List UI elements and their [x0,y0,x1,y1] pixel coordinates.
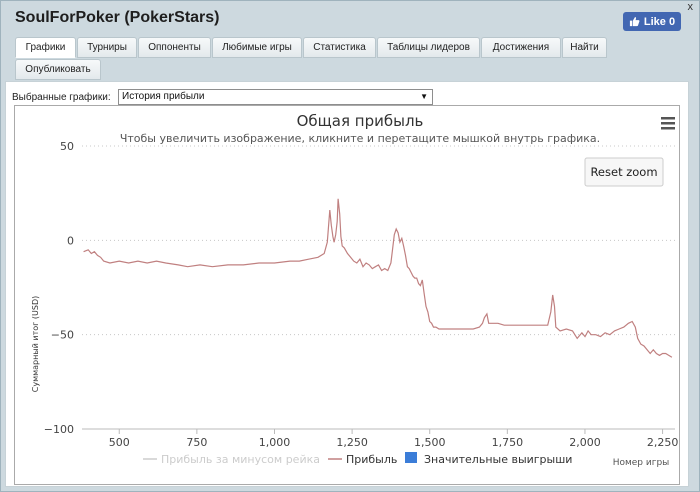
tab-tournaments[interactable]: Турниры [77,37,137,58]
profit-series-line [83,198,673,358]
reset-zoom-button[interactable]: Reset zoom [584,157,664,187]
profit-chart[interactable]: 500−50−100 500 750 1,000 1,250 1,500 1,750 2,0… [15,106,679,484]
close-button[interactable]: x [688,1,694,13]
y-tick-label: −100 [44,423,74,436]
selected-charts-label: Выбранные графики: [12,92,111,103]
chart-container[interactable]: 50 0 −50 −100 500 750 1,000 1,250 1,500 1,750 2,0… [14,105,680,485]
tab-opponents[interactable]: Оппоненты [138,37,211,58]
dropdown-arrow-icon: ▼ [420,92,428,101]
x-tick-label: 1,500 [414,436,446,449]
y-tick-label: −50 [51,329,74,342]
profile-dialog: SoulForPoker (PokerStars) x Like 0 Графи… [0,0,700,492]
tab-search[interactable]: Найти [562,37,607,58]
chart-subtitle: Чтобы увеличить изображение, кликните и … [120,132,600,145]
like-label: Like 0 [643,15,676,28]
legend-item-profit[interactable]: Прибыль [346,453,397,466]
legend-item-net-profit[interactable]: Прибыль за минусом рейка [161,453,320,466]
x-axis-label: Номер игры [613,458,670,468]
x-tick-label: 750 [186,436,207,449]
x-tick-label: 500 [109,436,130,449]
x-tick-label: 2,250 [647,436,679,449]
thumbs-up-icon [629,17,640,27]
tab-achievements[interactable]: Достижения [481,37,561,58]
legend-symbol-big-wins [405,452,417,463]
x-tick-label: 1,250 [336,436,368,449]
chart-select-value: История прибыли [122,91,205,102]
x-tick-label: 1,000 [259,436,291,449]
window-title: SoulForPoker (PokerStars) [15,9,220,26]
legend-item-big-wins[interactable]: Значительные выигрыши [424,453,572,466]
x-tick-label: 1,750 [492,436,524,449]
hamburger-menu-icon[interactable] [661,117,675,130]
title-bar: SoulForPoker (PokerStars) x Like 0 [1,1,699,37]
chart-legend: Прибыль за минусом рейка Прибыль Значите… [143,452,572,466]
tab-statistics[interactable]: Статистика [303,37,376,58]
chart-select[interactable]: История прибыли ▼ [118,89,433,105]
tab-publish[interactable]: Опубликовать [15,59,101,80]
y-axis-label: Суммарный итог (USD) [31,296,40,393]
x-tick-label: 2,000 [569,436,601,449]
tab-favorite-games[interactable]: Любимые игры [212,37,302,58]
charts-panel: Выбранные графики: История прибыли ▼ 50 0… [5,81,689,487]
tab-leaderboards[interactable]: Таблицы лидеров [377,37,480,58]
reset-zoom-label: Reset zoom [590,165,657,179]
facebook-like-button[interactable]: Like 0 [623,12,681,31]
y-tick-label: 50 [60,140,74,153]
chart-title: Общая прибыль [297,112,424,130]
y-tick-label: 0 [67,234,74,247]
tab-charts[interactable]: Графики [15,37,76,58]
